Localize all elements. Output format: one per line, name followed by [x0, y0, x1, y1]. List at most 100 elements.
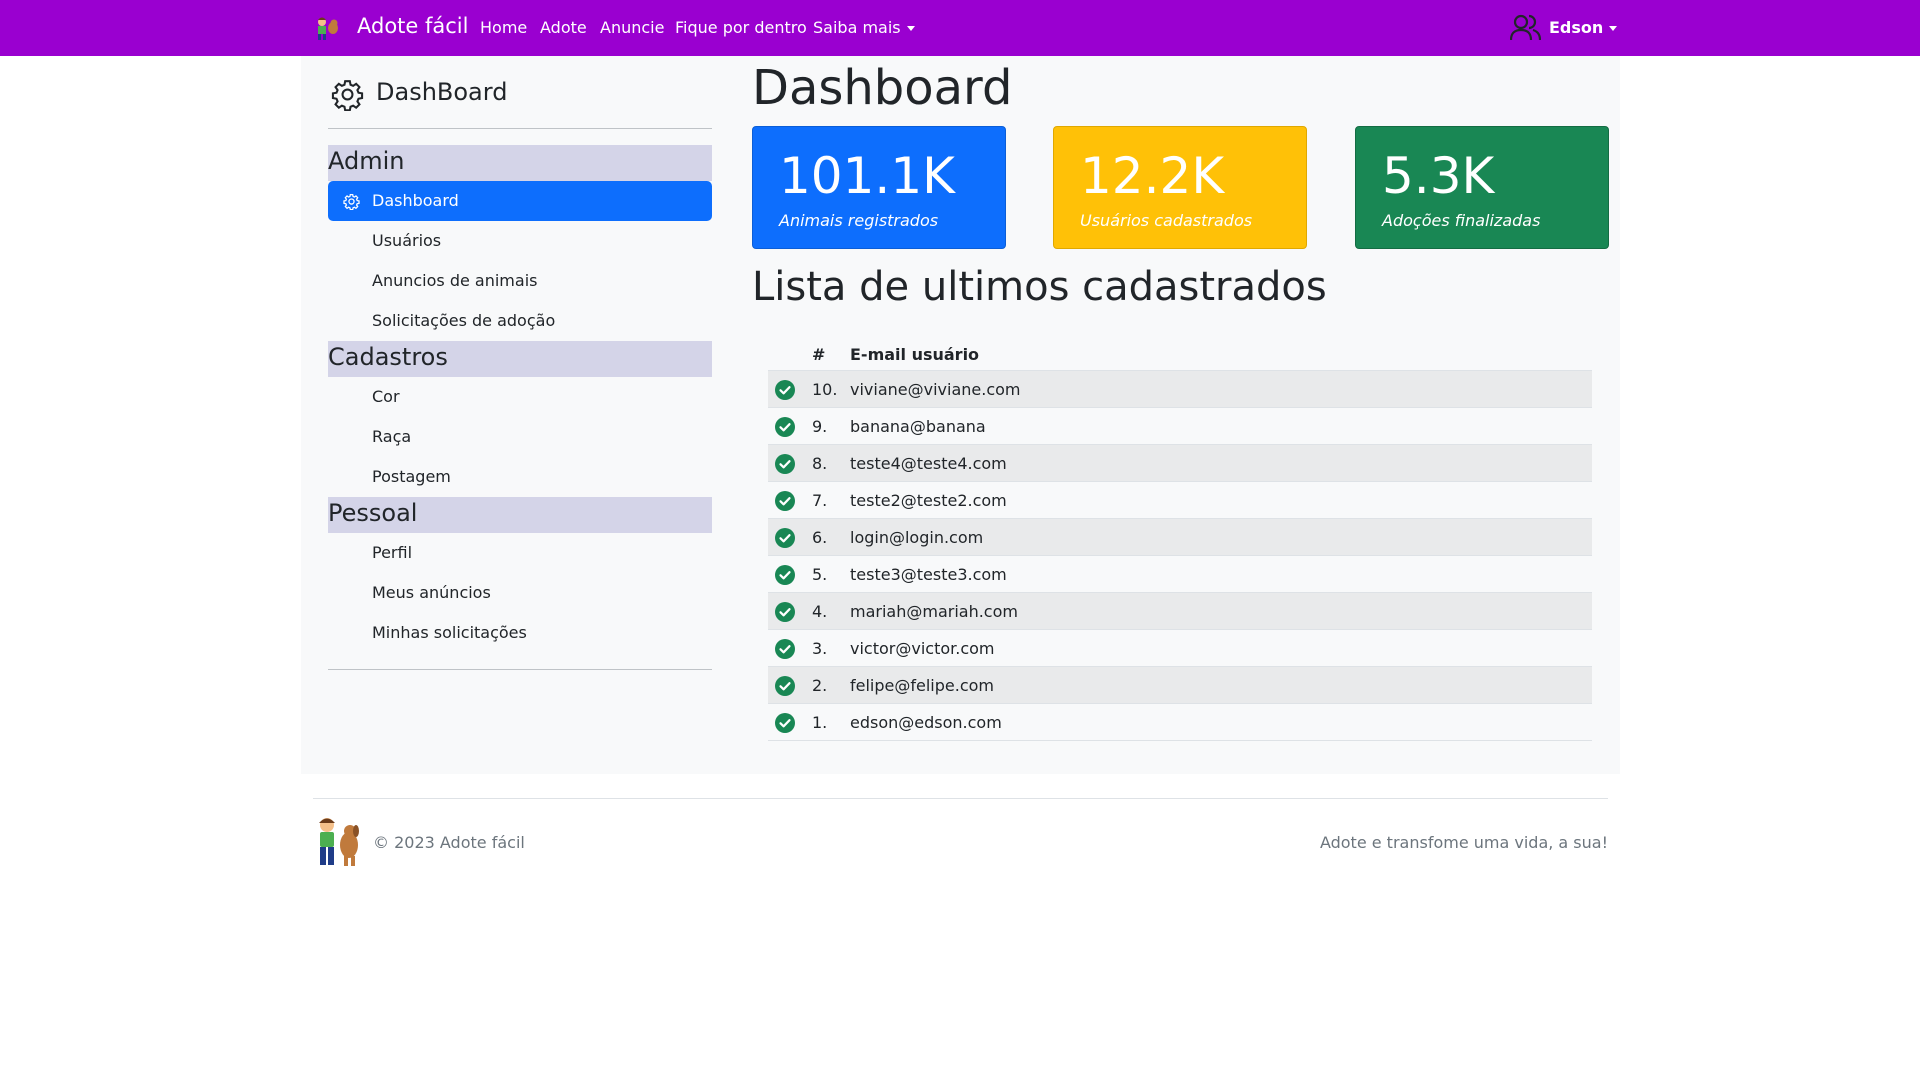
row-email: teste4@teste4.com: [850, 454, 1007, 473]
sidebar-item-perfil[interactable]: Perfil: [328, 533, 712, 573]
nav-link-anuncie[interactable]: Anuncie: [600, 18, 664, 37]
row-number: 3.: [812, 639, 828, 658]
check-circle-icon: [775, 454, 795, 474]
sidebar-divider-bottom: [328, 669, 712, 670]
column-header-email: E-mail usuário: [850, 345, 980, 364]
user-menu-dropdown[interactable]: Edson: [1549, 18, 1618, 37]
check-circle-icon: [775, 676, 795, 696]
sidebar-item-label: Cor: [372, 387, 400, 406]
stat-card-usuarios: 12.2K Usuários cadastrados: [1053, 126, 1307, 249]
sidebar-item-dashboard[interactable]: Dashboard: [328, 181, 712, 221]
table-row: 9. banana@banana: [768, 408, 1592, 445]
sidebar-item-meus-anuncios[interactable]: Meus anúncios: [328, 573, 712, 613]
row-email: teste2@teste2.com: [850, 491, 1007, 510]
nav-link-home[interactable]: Home: [480, 18, 527, 37]
sidebar-item-label: Minhas solicitações: [372, 623, 527, 642]
row-number: 4.: [812, 602, 828, 621]
footer-copyright: © 2023 Adote fácil: [373, 833, 525, 852]
row-email: banana@banana: [850, 417, 986, 436]
brand-logo-icon[interactable]: [313, 15, 341, 41]
check-circle-icon: [775, 565, 795, 585]
row-email: edson@edson.com: [850, 713, 1002, 732]
sidebar-item-label: Usuários: [372, 231, 442, 250]
row-number: 6.: [812, 528, 828, 547]
table-row: 4. mariah@mariah.com: [768, 593, 1592, 630]
sidebar-item-label: Anuncios de animais: [372, 271, 538, 290]
sidebar-item-raca[interactable]: Raça: [328, 417, 712, 457]
stat-label: Adoções finalizadas: [1382, 211, 1541, 230]
row-email: felipe@felipe.com: [850, 676, 994, 695]
row-email: victor@victor.com: [850, 639, 995, 658]
nav-dropdown-label: Saiba mais: [813, 18, 901, 37]
sidebar-item-label: Postagem: [372, 467, 451, 486]
table-row: 1. edson@edson.com: [768, 704, 1592, 741]
check-circle-icon: [775, 713, 795, 733]
row-email: teste3@teste3.com: [850, 565, 1007, 584]
stat-label: Animais registrados: [779, 211, 939, 230]
row-number: 5.: [812, 565, 828, 584]
sidebar-item-solicitacoes-de-adocao[interactable]: Solicitações de adoção: [328, 301, 712, 341]
recent-users-table: # E-mail usuário 10. viviane@viviane.com 9…: [768, 337, 1592, 741]
sidebar-section-admin: Admin: [328, 145, 712, 181]
stat-card-animais: 101.1K Animais registrados: [752, 126, 1006, 249]
users-icon[interactable]: [1510, 13, 1541, 42]
sidebar-item-label: Perfil: [372, 543, 413, 562]
row-email: login@login.com: [850, 528, 984, 547]
column-header-number: #: [812, 345, 826, 364]
sidebar-item-label: Solicitações de adoção: [372, 311, 556, 330]
check-circle-icon: [775, 639, 795, 659]
sidebar-item-usuarios[interactable]: Usuários: [328, 221, 712, 261]
stat-card-adocoes: 5.3K Adoções finalizadas: [1355, 126, 1609, 249]
table-row: 7. teste2@teste2.com: [768, 482, 1592, 519]
table-row: 5. teste3@teste3.com: [768, 556, 1592, 593]
table-header: # E-mail usuário: [768, 337, 1592, 371]
nav-link-fique-por-dentro[interactable]: Fique por dentro: [675, 18, 807, 37]
sidebar-item-postagem[interactable]: Postagem: [328, 457, 712, 497]
table-row: 8. teste4@teste4.com: [768, 445, 1592, 482]
table-row: 10. viviane@viviane.com: [768, 371, 1592, 408]
stat-value: 12.2K: [1080, 147, 1225, 205]
table-row: 6. login@login.com: [768, 519, 1592, 556]
sidebar-item-label: Raça: [372, 427, 412, 446]
footer-divider: [313, 798, 1608, 799]
sidebar-item-anuncios-de-animais[interactable]: Anuncios de animais: [328, 261, 712, 301]
check-circle-icon: [775, 491, 795, 511]
list-title: Lista de ultimos cadastrados: [752, 264, 1327, 310]
nav-dropdown-saiba-mais[interactable]: Saiba mais: [813, 18, 915, 37]
sidebar-title: DashBoard: [376, 78, 508, 106]
table-row: 2. felipe@felipe.com: [768, 667, 1592, 704]
row-number: 10.: [812, 380, 838, 399]
check-circle-icon: [775, 417, 795, 437]
table-row: 3. victor@victor.com: [768, 630, 1592, 667]
nav-link-adote[interactable]: Adote: [540, 18, 587, 37]
row-number: 2.: [812, 676, 828, 695]
gear-icon: [343, 193, 360, 210]
sidebar-item-label: Meus anúncios: [372, 583, 491, 602]
stat-value: 5.3K: [1382, 147, 1495, 205]
row-number: 9.: [812, 417, 828, 436]
stat-label: Usuários cadastrados: [1080, 211, 1253, 230]
row-number: 8.: [812, 454, 828, 473]
sidebar-section-pessoal: Pessoal: [328, 497, 712, 533]
row-number: 7.: [812, 491, 828, 510]
brand-logo-icon: [319, 818, 359, 866]
stat-value: 101.1K: [779, 147, 955, 205]
sidebar-divider-top: [328, 128, 712, 129]
row-number: 1.: [812, 713, 828, 732]
sidebar-item-minhas-solicitacoes[interactable]: Minhas solicitações: [328, 613, 712, 653]
chevron-down-icon: [1609, 26, 1618, 31]
top-navbar: Adote fácil Home Adote Anuncie Fique por…: [0, 0, 1920, 56]
sidebar-section-cadastros: Cadastros: [328, 341, 712, 377]
sidebar-item-cor[interactable]: Cor: [328, 377, 712, 417]
check-circle-icon: [775, 528, 795, 548]
brand-name[interactable]: Adote fácil: [357, 14, 468, 38]
table-body: 10. viviane@viviane.com 9. banana@banana 8. t…: [768, 371, 1592, 741]
row-email: mariah@mariah.com: [850, 602, 1018, 621]
gear-icon: [331, 80, 364, 111]
check-circle-icon: [775, 380, 795, 400]
row-email: viviane@viviane.com: [850, 380, 1021, 399]
chevron-down-icon: [906, 26, 915, 31]
footer-tagline: Adote e transfome uma vida, a sua!: [1319, 833, 1608, 852]
check-circle-icon: [775, 602, 795, 622]
user-name: Edson: [1549, 18, 1604, 37]
